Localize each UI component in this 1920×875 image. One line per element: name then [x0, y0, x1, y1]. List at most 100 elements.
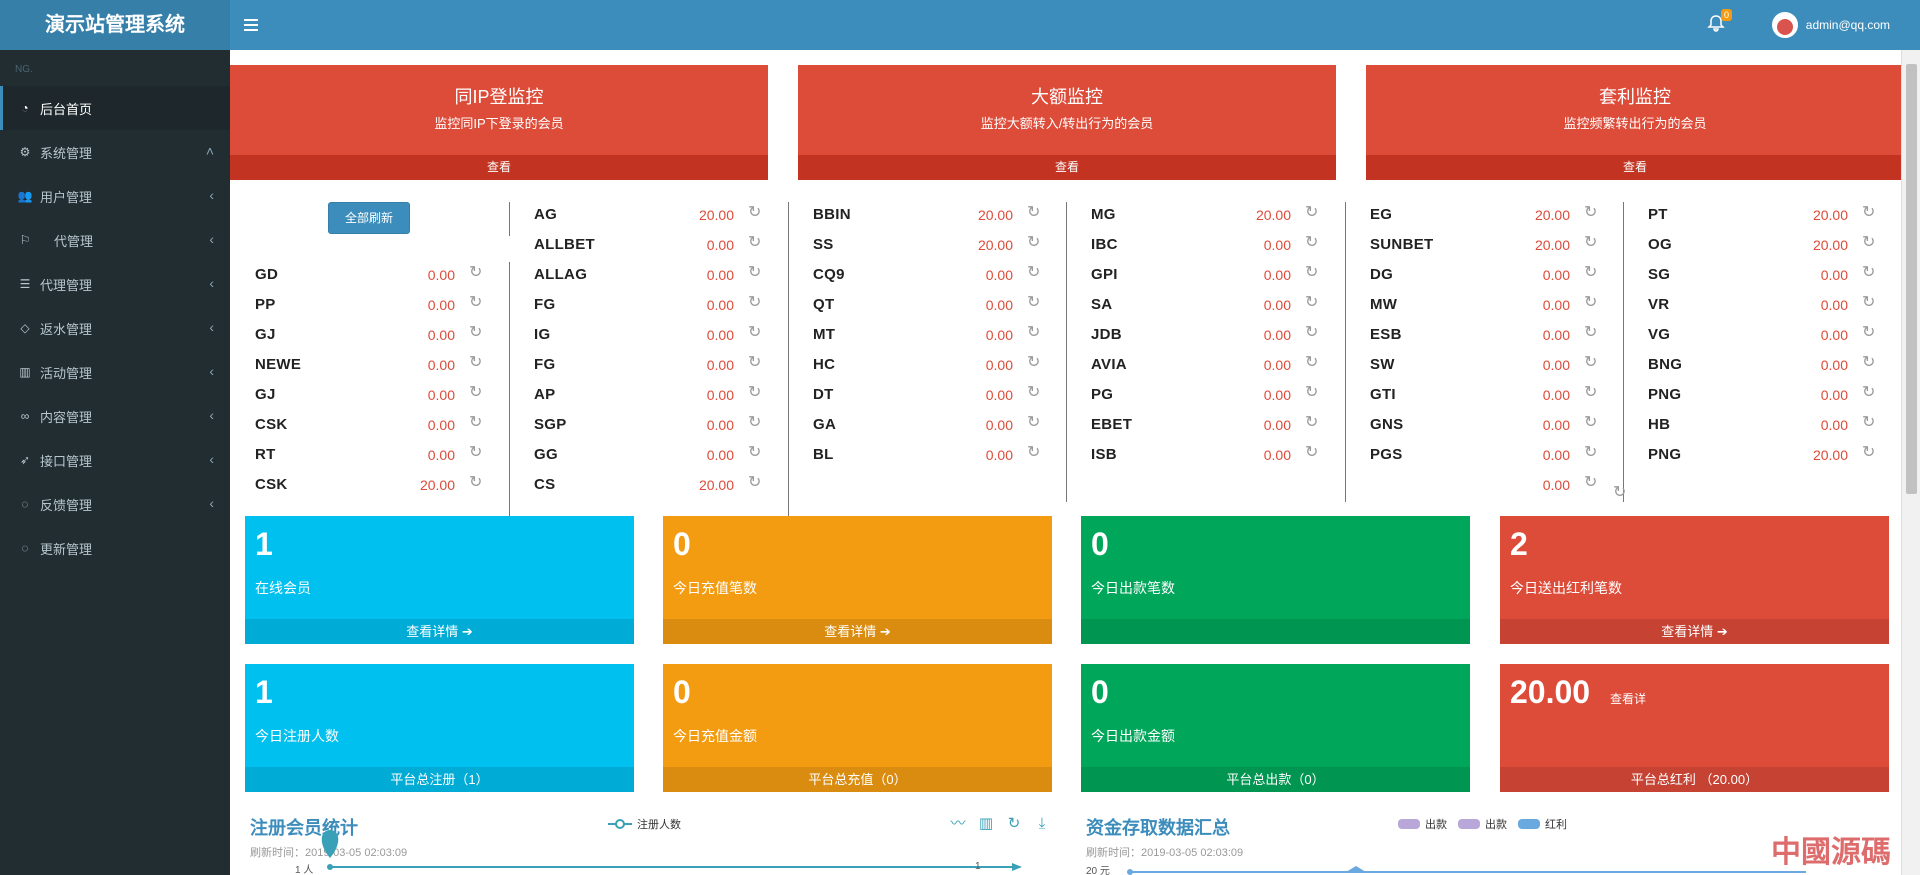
- refresh-icon[interactable]: ↻: [1584, 385, 1600, 401]
- monitor-arbitrage: 套利监控 监控频繁转出行为的会员 查看: [1366, 65, 1901, 180]
- platform-row: GTI 0.00 ↻: [1370, 380, 1630, 410]
- refresh-icon[interactable]: ↻: [1305, 415, 1321, 431]
- refresh-icon[interactable]: ↻: [469, 355, 485, 371]
- legend-label: 出款: [1425, 819, 1447, 831]
- stat-details-link[interactable]: [1081, 619, 1470, 644]
- refresh-icon[interactable]: ↻: [1584, 445, 1600, 461]
- monitor-title: 大额监控: [1031, 87, 1103, 107]
- user-menu[interactable]: admin@qq.com: [1771, 12, 1890, 38]
- refresh-icon[interactable]: ↻: [1027, 385, 1043, 401]
- refresh-icon[interactable]: ↻: [1584, 475, 1600, 491]
- refresh-icon[interactable]: ↻: [748, 415, 764, 431]
- refresh-icon[interactable]: ↻: [1027, 355, 1043, 371]
- refresh-icon[interactable]: ↻: [1584, 265, 1600, 281]
- refresh-icon[interactable]: ↻: [1584, 295, 1600, 311]
- platform-name: SG: [1648, 266, 1671, 283]
- refresh-icon[interactable]: ↻: [1027, 295, 1043, 311]
- refresh-icon[interactable]: ↻: [469, 475, 485, 491]
- refresh-icon[interactable]: ↻: [748, 205, 764, 221]
- sidebar-item-home[interactable]: ◔ 后台首页: [0, 86, 230, 130]
- sidebar-item-rebate[interactable]: ◇ 返水管理 ‹: [0, 306, 230, 350]
- refresh-icon[interactable]: ↻: [1305, 205, 1321, 221]
- stat-total-link[interactable]: 平台总出款（0）: [1081, 767, 1470, 792]
- refresh-icon[interactable]: ↻: [1862, 205, 1878, 221]
- app-logo[interactable]: 演示站管理系统: [0, 0, 230, 50]
- refresh-icon[interactable]: ↻: [1862, 445, 1878, 461]
- refresh-icon[interactable]: ↻: [1305, 385, 1321, 401]
- refresh-all-button[interactable]: 全部刷新: [328, 202, 410, 234]
- platform-balance: 0.00: [427, 387, 455, 403]
- refresh-icon[interactable]: ↻: [1584, 355, 1600, 371]
- refresh-icon[interactable]: ↻: [1027, 205, 1043, 221]
- sidebar-item-agent[interactable]: ☰ 代理管理 ‹: [0, 262, 230, 306]
- stat-total-link[interactable]: 平台总充值（0）: [663, 767, 1052, 792]
- refresh-icon[interactable]: ↻: [469, 385, 485, 401]
- sidebar-item-content[interactable]: ∞ 内容管理 ‹: [0, 394, 230, 438]
- refresh-icon[interactable]: ↻: [1027, 325, 1043, 341]
- refresh-icon[interactable]: ↻: [1584, 205, 1600, 221]
- refresh-icon[interactable]: ↻: [1027, 415, 1043, 431]
- platform-row: FG 0.00 ↻: [534, 290, 794, 320]
- refresh-icon[interactable]: ↻: [748, 445, 764, 461]
- refresh-icon[interactable]: ↻: [469, 265, 485, 281]
- stat-details-link[interactable]: 查看详情 ➔: [1500, 619, 1889, 644]
- refresh-icon[interactable]: ↻: [748, 295, 764, 311]
- refresh-icon[interactable]: ↻: [1305, 235, 1321, 251]
- refresh-icon[interactable]: ↻: [1027, 265, 1043, 281]
- monitor-view-link[interactable]: 查看: [230, 155, 768, 180]
- refresh-icon[interactable]: ↻: [469, 445, 485, 461]
- monitor-view-link[interactable]: 查看: [1366, 155, 1901, 180]
- refresh-icon[interactable]: ↻: [1305, 355, 1321, 371]
- refresh-icon[interactable]: ↻: [748, 385, 764, 401]
- platform-name: CS: [534, 476, 556, 493]
- platform-row: EG 20.00 ↻: [1370, 200, 1630, 230]
- refresh-icon[interactable]: ↻: [1305, 325, 1321, 341]
- refresh-icon[interactable]: ↻: [748, 475, 764, 491]
- platform-balance: 0.00: [1263, 267, 1291, 283]
- notifications-button[interactable]: 0: [1706, 9, 1732, 37]
- sidebar: NG. ◔ 后台首页 ⚙ 系统管理 ˄ 👥 用户管理 ‹ ⚐ 代管理 ‹ ☰ 代…: [0, 50, 230, 875]
- refresh-icon[interactable]: ↻: [1584, 415, 1600, 431]
- chart-legend[interactable]: 出款 出款 红利: [1398, 816, 1567, 832]
- sidebar-item-feedback[interactable]: ◌ 反馈管理 ‹: [0, 482, 230, 526]
- vertical-scrollbar[interactable]: [1901, 50, 1920, 875]
- sidebar-toggle-icon[interactable]: [244, 14, 262, 36]
- stat-details-link[interactable]: 查看详情 ➔: [245, 619, 634, 644]
- refresh-icon[interactable]: ↻: [1862, 385, 1878, 401]
- refresh-icon[interactable]: ↻: [469, 325, 485, 341]
- refresh-icon[interactable]: ↻: [748, 265, 764, 281]
- refresh-icon[interactable]: ↻: [1613, 482, 1626, 502]
- refresh-icon[interactable]: ↻: [1862, 415, 1878, 431]
- sidebar-item-users[interactable]: 👥 用户管理 ‹: [0, 174, 230, 218]
- refresh-icon[interactable]: ↻: [1584, 235, 1600, 251]
- refresh-icon[interactable]: ↻: [748, 355, 764, 371]
- platform-row: RT 0.00 ↻: [255, 440, 515, 470]
- sidebar-item-activity[interactable]: ▥ 活动管理 ‹: [0, 350, 230, 394]
- refresh-icon[interactable]: ↻: [1862, 235, 1878, 251]
- stat-details-link[interactable]: 查看详情 ➔: [663, 619, 1052, 644]
- sidebar-item-api[interactable]: ➶ 接口管理 ‹: [0, 438, 230, 482]
- stat-total-link[interactable]: 平台总注册（1）: [245, 767, 634, 792]
- refresh-icon[interactable]: ↻: [1027, 445, 1043, 461]
- refresh-icon[interactable]: ↻: [748, 325, 764, 341]
- refresh-icon[interactable]: ↻: [1305, 295, 1321, 311]
- sidebar-item-update[interactable]: ◌ 更新管理: [0, 526, 230, 570]
- stat-total-link[interactable]: 平台总红利 （20.00）: [1500, 767, 1889, 792]
- sidebar-item-system[interactable]: ⚙ 系统管理 ˄: [0, 130, 230, 174]
- refresh-icon[interactable]: ↻: [1862, 325, 1878, 341]
- refresh-icon[interactable]: ↻: [1305, 265, 1321, 281]
- refresh-icon[interactable]: ↻: [1862, 265, 1878, 281]
- refresh-icon[interactable]: ↻: [748, 235, 764, 251]
- refresh-icon[interactable]: ↻: [469, 415, 485, 431]
- refresh-icon[interactable]: ↻: [1027, 235, 1043, 251]
- refresh-icon[interactable]: ↻: [1305, 445, 1321, 461]
- refresh-icon[interactable]: ↻: [469, 295, 485, 311]
- refresh-icon[interactable]: ↻: [1862, 355, 1878, 371]
- monitor-view-link[interactable]: 查看: [798, 155, 1336, 180]
- sidebar-item-agent-sub[interactable]: ⚐ 代管理 ‹: [0, 218, 230, 262]
- refresh-icon[interactable]: ↻: [1584, 325, 1600, 341]
- scrollbar-thumb[interactable]: [1906, 64, 1917, 494]
- platform-row: GG 0.00 ↻: [534, 440, 794, 470]
- series-line: [1012, 863, 1022, 871]
- refresh-icon[interactable]: ↻: [1862, 295, 1878, 311]
